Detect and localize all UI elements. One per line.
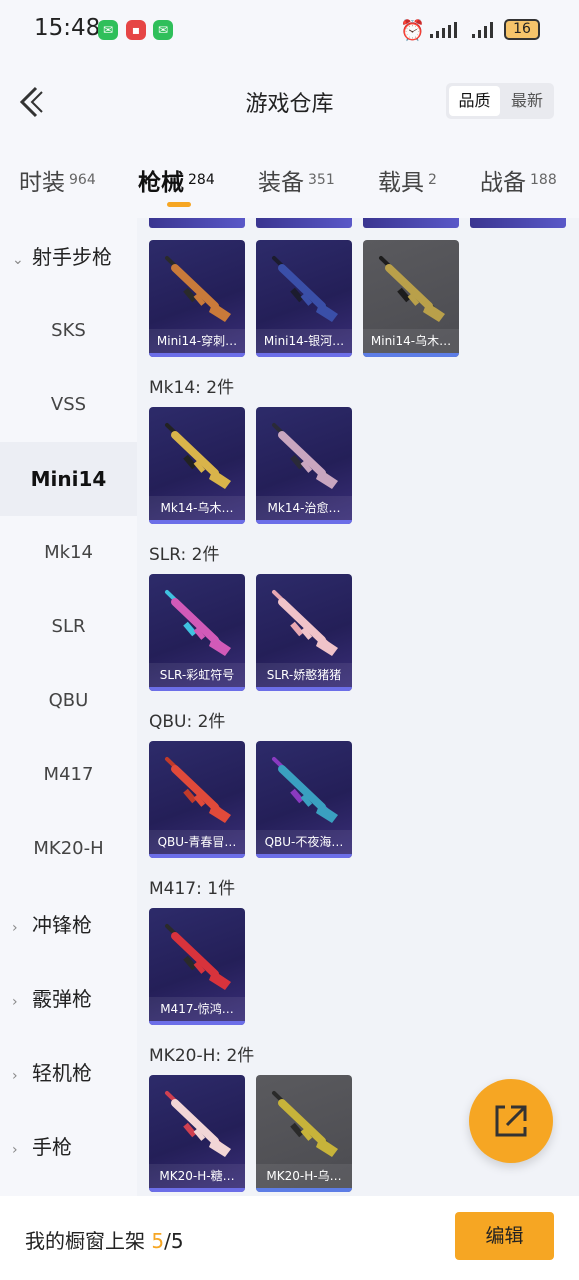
quality-bar xyxy=(149,1188,245,1192)
sidebar-item-vss[interactable]: VSS xyxy=(0,368,137,442)
group-header-slr: SLR: 2件 xyxy=(149,545,220,565)
app-notification-icon: ▪ xyxy=(126,20,146,40)
signal-icon-2 xyxy=(472,22,493,38)
signal-icon xyxy=(430,22,457,38)
item-card-label: SLR-彩虹符号 xyxy=(149,663,245,687)
sort-quality-button[interactable]: 品质 xyxy=(449,86,500,116)
sidebar-item-m417[interactable]: M417 xyxy=(0,738,137,812)
rifle-icon xyxy=(165,757,231,823)
quality-bar xyxy=(256,520,352,524)
sidebar-item-sks[interactable]: SKS xyxy=(0,294,137,368)
quality-bar xyxy=(363,353,459,357)
sidebar-category-lmg[interactable]: › 轻机枪 xyxy=(0,1036,137,1110)
partial-card xyxy=(256,218,352,228)
item-card[interactable]: QBU-青春冒… xyxy=(149,741,245,858)
item-card-label: M417-惊鸿… xyxy=(149,997,245,1021)
showcase-status: 我的橱窗上架 5/5 xyxy=(25,1229,184,1253)
group-header-qbu: QBU: 2件 xyxy=(149,712,226,732)
partial-card xyxy=(470,218,566,228)
sidebar-item-qbu[interactable]: QBU xyxy=(0,664,137,738)
quality-bar xyxy=(256,1188,352,1192)
item-card-label: Mini14-银河… xyxy=(256,329,352,353)
rifle-icon xyxy=(165,590,231,656)
item-card-label: QBU-不夜海… xyxy=(256,830,352,854)
tab-active-indicator xyxy=(167,202,191,207)
chevron-right-icon: › xyxy=(12,994,18,1010)
rifle-icon xyxy=(165,924,231,990)
sidebar-category-shotgun[interactable]: › 霰弹枪 xyxy=(0,962,137,1036)
item-card-label: Mk14-乌木… xyxy=(149,496,245,520)
item-card-label: Mini14-乌木… xyxy=(363,329,459,353)
quality-bar xyxy=(149,854,245,858)
sidebar-category-smg[interactable]: › 冲锋枪 xyxy=(0,888,137,962)
wechat-icon: ✉ xyxy=(98,20,118,40)
tab-supplies[interactable]: 战备 188 xyxy=(480,163,557,197)
sidebar-item-mk14[interactable]: Mk14 xyxy=(0,516,137,590)
item-card[interactable]: Mini14-穿刺… xyxy=(149,240,245,357)
quality-bar xyxy=(256,854,352,858)
tab-vehicles[interactable]: 载具 2 xyxy=(378,163,437,197)
item-card-label: QBU-青春冒… xyxy=(149,830,245,854)
edit-button[interactable]: 编辑 xyxy=(455,1212,554,1260)
partial-card xyxy=(149,218,245,228)
sidebar-item-mini14[interactable]: Mini14 xyxy=(0,442,137,516)
share-icon xyxy=(495,1105,527,1137)
item-card[interactable]: M417-惊鸿… xyxy=(149,908,245,1025)
tab-weapons[interactable]: 枪械 284 xyxy=(138,163,215,197)
group-header-mk20h: MK20-H: 2件 xyxy=(149,1046,255,1066)
sidebar-item-mk20h[interactable]: MK20-H xyxy=(0,812,137,886)
group-header-m417: M417: 1件 xyxy=(149,879,236,899)
status-time: 15:48 xyxy=(34,15,101,41)
alarm-icon: ⏰ xyxy=(400,18,425,42)
battery-icon: 16 xyxy=(504,19,540,40)
sidebar-category-pistol[interactable]: › 手枪 xyxy=(0,1110,137,1184)
sidebar-item-slr[interactable]: SLR xyxy=(0,590,137,664)
quality-bar xyxy=(256,353,352,357)
item-card[interactable]: SLR-彩虹符号 xyxy=(149,574,245,691)
item-card-label: Mini14-穿刺… xyxy=(149,329,245,353)
sidebar: ⌄ 射手步枪 SKS VSS Mini14 Mk14 SLR QBU M417 M… xyxy=(0,218,137,1196)
chevron-down-icon: ⌄ xyxy=(12,252,24,268)
rifle-icon xyxy=(165,256,231,322)
tab-equipment[interactable]: 装备 351 xyxy=(258,163,335,197)
item-card[interactable]: SLR-娇憨猪猪 xyxy=(256,574,352,691)
item-card[interactable]: Mini14-银河… xyxy=(256,240,352,357)
item-card-label: SLR-娇憨猪猪 xyxy=(256,663,352,687)
chevron-right-icon: › xyxy=(12,1068,18,1084)
item-card[interactable]: Mini14-乌木… xyxy=(363,240,459,357)
rifle-icon xyxy=(272,757,338,823)
item-card-label: MK20-H-乌… xyxy=(256,1164,352,1188)
item-card[interactable]: QBU-不夜海… xyxy=(256,741,352,858)
item-card-label: Mk14-治愈… xyxy=(256,496,352,520)
quality-bar xyxy=(149,520,245,524)
quality-bar xyxy=(149,687,245,691)
tab-outfit[interactable]: 时装 964 xyxy=(19,163,96,197)
partial-card xyxy=(363,218,459,228)
rifle-icon xyxy=(272,1091,338,1157)
sidebar-category-marksman[interactable]: ⌄ 射手步枪 xyxy=(0,220,137,294)
item-card[interactable]: MK20-H-乌… xyxy=(256,1075,352,1192)
rifle-icon xyxy=(379,256,445,322)
chevron-right-icon: › xyxy=(12,1142,18,1158)
rifle-icon xyxy=(272,423,338,489)
item-card[interactable]: Mk14-治愈… xyxy=(256,407,352,524)
quality-bar xyxy=(149,353,245,357)
share-button[interactable] xyxy=(469,1079,553,1163)
sort-newest-button[interactable]: 最新 xyxy=(502,86,552,116)
quality-bar xyxy=(256,687,352,691)
item-card-label: MK20-H-糖… xyxy=(149,1164,245,1188)
chevron-right-icon: › xyxy=(12,920,18,936)
rifle-icon xyxy=(165,1091,231,1157)
item-card[interactable]: Mk14-乌木… xyxy=(149,407,245,524)
rifle-icon xyxy=(165,423,231,489)
rifle-icon xyxy=(272,590,338,656)
wechat-icon-2: ✉ xyxy=(153,20,173,40)
quality-bar xyxy=(149,1021,245,1025)
group-header-mk14: Mk14: 2件 xyxy=(149,378,235,398)
item-card[interactable]: MK20-H-糖… xyxy=(149,1075,245,1192)
rifle-icon xyxy=(272,256,338,322)
